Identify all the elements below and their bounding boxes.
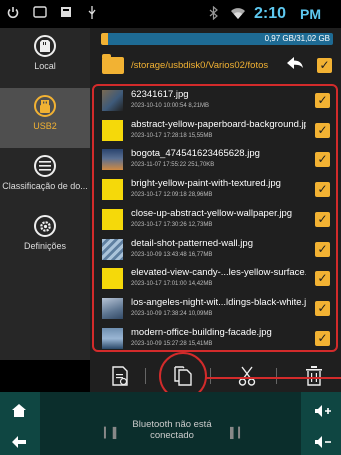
file-checkbox[interactable]: ✓	[315, 182, 330, 198]
file-thumbnail	[102, 327, 123, 349]
sidebar-item-local[interactable]: Local	[0, 28, 90, 88]
sidebar-item-usb2[interactable]: USB2	[0, 88, 90, 148]
audio-bars-left-icon: ▎▌	[104, 428, 121, 439]
file-list: 62341617.jpg 2023-10-10 10:00:54 8,21MB ✓ a…	[92, 84, 338, 352]
file-checkbox[interactable]: ✓	[315, 152, 330, 168]
file-name: abstract-yellow-paperboard-background.jp…	[131, 118, 306, 130]
storage-usage-text: 0,97 GB/31,02 GB	[264, 34, 330, 43]
volume-down-icon[interactable]	[315, 435, 331, 451]
file-thumbnail	[102, 268, 123, 290]
wifi-icon	[230, 6, 246, 23]
bluetooth-icon	[209, 5, 218, 23]
file-name: close-up-abstract-yellow-wallpaper.jpg	[131, 207, 293, 219]
sidebar-item-label: Definições	[23, 241, 67, 251]
bluetooth-status-line1: Bluetooth não está	[132, 419, 212, 430]
audio-bars-right-icon: ▌▎	[230, 428, 247, 439]
square-icon	[61, 6, 71, 20]
gear-icon	[34, 215, 56, 237]
file-meta: 2023-10-09 15:27:28 15,41MB	[131, 340, 213, 347]
action-toolbar	[90, 352, 341, 400]
file-checkbox[interactable]: ✓	[315, 93, 330, 108]
file-checkbox[interactable]: ✓	[315, 300, 330, 316]
file-row[interactable]: close-up-abstract-yellow-wallpaper.jpg 20…	[94, 205, 336, 235]
sidebar-item-label: USB2	[33, 121, 57, 131]
file-row[interactable]: bogota_474541623465628.jpg 2023-11-07 17:…	[94, 145, 336, 175]
volume-up-icon[interactable]	[315, 404, 331, 420]
file-row[interactable]: 62341617.jpg 2023-10-10 10:00:54 8,21MB ✓	[94, 86, 336, 116]
file-name: elevated-view-candy-...les-yellow-surfac…	[131, 267, 306, 279]
file-thumbnail	[102, 90, 123, 111]
file-meta: 2023-10-10 10:00:54 8,21MB	[131, 103, 210, 109]
file-thumbnail	[102, 119, 123, 141]
file-meta: 2023-10-09 13:43:48 16,77MB	[131, 251, 213, 258]
right-controls	[301, 392, 341, 455]
storage-usage-fill	[101, 33, 109, 45]
list-icon	[34, 155, 56, 177]
back-icon[interactable]	[12, 435, 26, 451]
file-thumbnail	[102, 179, 123, 201]
file-checkbox[interactable]: ✓	[315, 330, 330, 346]
file-row[interactable]: modern-office-building-facade.jpg 2023-10…	[94, 324, 336, 350]
clock-time: 2:10	[254, 5, 287, 22]
file-row[interactable]: abstract-yellow-paperboard-background.jp…	[94, 116, 336, 146]
file-row[interactable]: elevated-view-candy-...les-yellow-surfac…	[94, 264, 336, 294]
file-meta: 2023-11-07 17:55:22 251,70KB	[131, 162, 215, 169]
file-row[interactable]: detail-shot-patterned-wall.jpg 2023-10-09…	[94, 235, 336, 265]
sidebar-item-classification[interactable]: Classificação de do...	[0, 148, 90, 208]
usb-icon	[87, 6, 97, 23]
sd-card-icon	[34, 35, 56, 57]
file-row[interactable]: bright-yellow-paint-with-textured.jpg 202…	[94, 175, 336, 205]
file-meta: 2023-10-17 17:30:26 12,73MB	[131, 221, 213, 228]
sidebar-item-label: Local	[34, 61, 56, 71]
usb-drive-icon	[34, 95, 56, 117]
file-meta: 2023-10-09 17:38:24 10,09MB	[131, 310, 213, 317]
bluetooth-status: Bluetooth não está conectado	[120, 419, 224, 441]
file-name: bogota_474541623465628.jpg	[131, 148, 260, 160]
window-icon[interactable]	[33, 6, 47, 21]
current-path: /storage/usbdisk0/Varios02/fotos	[131, 60, 269, 71]
bottom-bar: ▎▌ Bluetooth não está conectado ▌▎	[0, 392, 341, 455]
sidebar: Local USB2 Classificação de do... Defini…	[0, 28, 90, 360]
highlight-pointer-line	[206, 377, 341, 379]
file-meta: 2023-10-17 17:28:18 15,55MB	[131, 132, 213, 139]
toolbar-divider	[145, 368, 146, 384]
power-icon[interactable]	[6, 6, 20, 23]
path-row: /storage/usbdisk0/Varios02/fotos ✓	[90, 52, 341, 82]
delete-icon[interactable]	[301, 364, 327, 388]
file-row[interactable]: los-angeles-night-wit...ldings-black-whi…	[94, 294, 336, 324]
sidebar-item-settings[interactable]: Definições	[0, 208, 90, 268]
file-meta: 2023-10-17 12:09:18 28,96MB	[131, 192, 213, 199]
toolbar-divider	[276, 368, 277, 384]
back-arrow-icon[interactable]	[286, 55, 304, 76]
file-info-icon[interactable]	[107, 364, 133, 388]
file-meta: 2023-10-17 17:01:00 14,42MB	[131, 281, 213, 288]
file-name: modern-office-building-facade.jpg	[131, 326, 272, 338]
file-thumbnail	[102, 149, 123, 171]
clock-ampm: PM	[300, 6, 321, 22]
file-thumbnail	[102, 208, 123, 230]
status-bar: 2:10 PM	[0, 0, 341, 28]
home-icon[interactable]	[12, 404, 26, 420]
toolbar-divider	[210, 368, 211, 384]
sidebar-item-label: Classificação de do...	[2, 181, 88, 191]
file-name: bright-yellow-paint-with-textured.jpg	[131, 178, 281, 190]
file-browser: 0,97 GB/31,02 GB /storage/usbdisk0/Vario…	[90, 28, 341, 360]
cut-icon[interactable]	[234, 364, 260, 388]
file-name: 62341617.jpg	[131, 89, 189, 100]
select-all-checkbox[interactable]: ✓	[317, 58, 332, 73]
file-checkbox[interactable]: ✓	[315, 122, 330, 138]
file-thumbnail	[102, 238, 123, 260]
file-name: los-angeles-night-wit...ldings-black-whi…	[131, 296, 306, 308]
file-name: detail-shot-patterned-wall.jpg	[131, 237, 253, 249]
storage-usage-bar: 0,97 GB/31,02 GB	[101, 33, 333, 45]
file-checkbox[interactable]: ✓	[315, 271, 330, 287]
file-checkbox[interactable]: ✓	[315, 241, 330, 257]
left-controls	[0, 392, 40, 455]
folder-icon	[102, 54, 124, 74]
file-thumbnail	[102, 297, 123, 319]
file-checkbox[interactable]: ✓	[315, 211, 330, 227]
bluetooth-status-line2: conectado	[150, 430, 194, 441]
